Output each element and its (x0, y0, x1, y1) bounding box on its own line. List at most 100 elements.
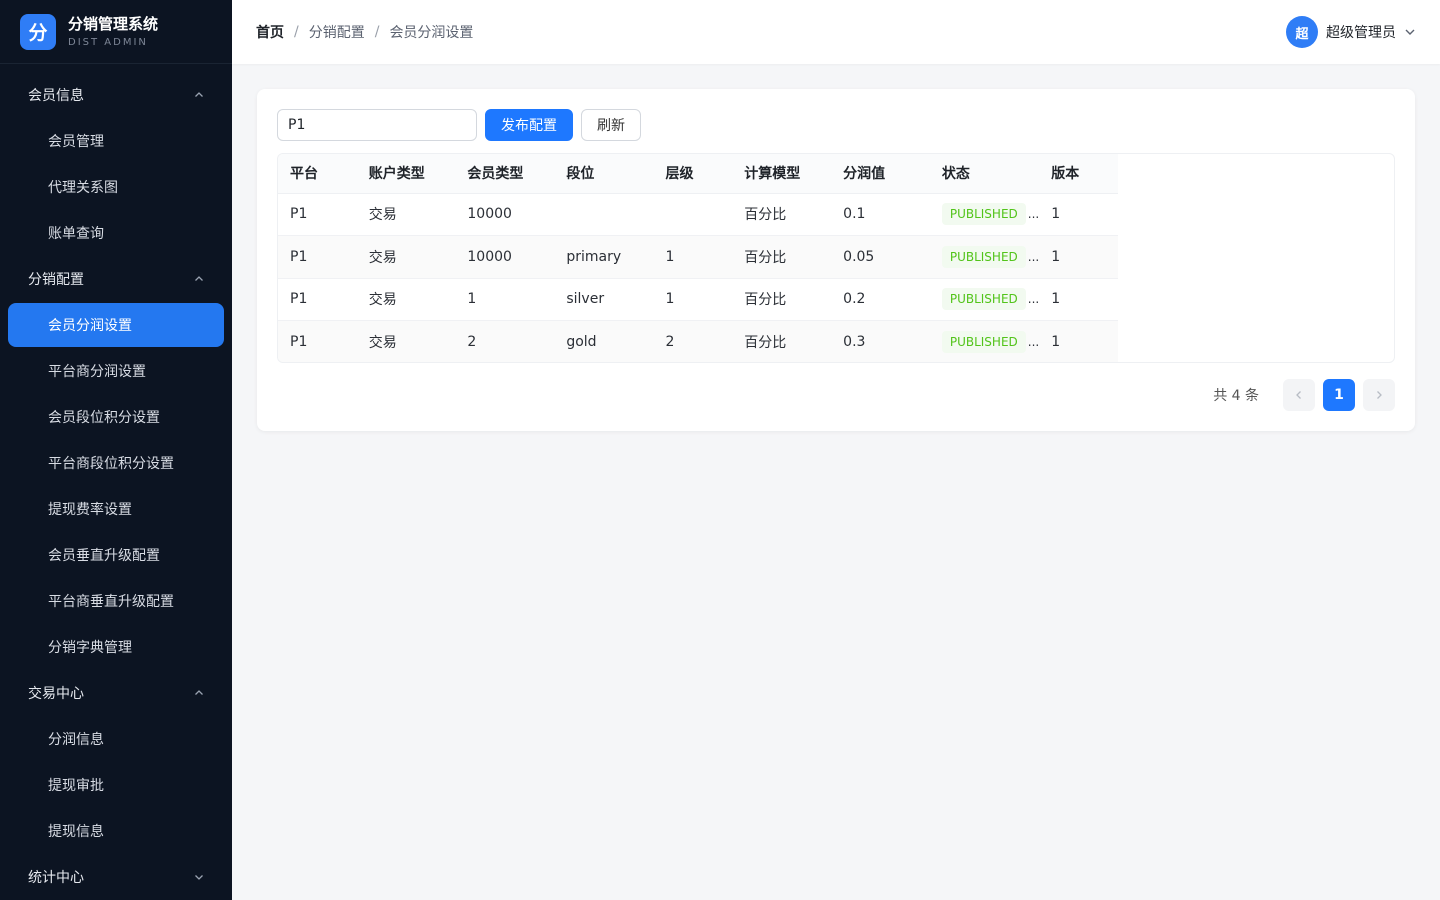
sidebar-group-distribution-config[interactable]: 分销配置 (0, 256, 232, 302)
breadcrumb: 首页 / 分销配置 / 会员分润设置 (256, 22, 473, 42)
sidebar: 分 分销管理系统 DIST ADMIN 会员信息会员管理 代理关系图 账单查询分销配… (0, 0, 232, 900)
chevron-down-icon (194, 872, 204, 882)
table-cell: 交易 (356, 193, 456, 236)
column-header: 段位 (554, 154, 654, 194)
sidebar-group-label: 会员信息 (28, 88, 84, 104)
table-cell: P1 (290, 334, 308, 350)
table-cell: 交易 (368, 335, 397, 351)
status-cell: PUBLISHED... (929, 235, 1040, 279)
chevron-left-icon[interactable] (1283, 379, 1315, 411)
publish-config-button[interactable]: 发布配置 (485, 109, 573, 141)
sidebar-item-1-4[interactable]: 提现费率设置 (0, 486, 232, 532)
ellipsis: ... (1027, 335, 1040, 349)
sidebar-item-1-1[interactable]: 平台商分润设置 (0, 348, 232, 394)
table-cell: 交易 (356, 235, 456, 279)
table-row[interactable]: P1 交易 10000 百分比 0.1 PUBLISHED... 1 (278, 193, 1118, 236)
sidebar-item-0-0[interactable]: 会员管理 (0, 118, 232, 164)
config-table: 平台 账户类型 会员类型 段位 层级 计算模型 分润值 状态 版本 P1 交易 10000 百分比 0.… (277, 153, 1395, 363)
brand-subtitle: DIST ADMIN (68, 36, 148, 48)
table-cell: 百分比 (732, 278, 832, 321)
status-cell: PUBLISHED... (930, 321, 1040, 363)
table-cell: 百分比 (744, 335, 787, 351)
table-cell: 1 (455, 278, 555, 321)
sidebar-group-label: 分销配置 (28, 272, 84, 288)
sidebar-group-member-info[interactable]: 会员信息 (0, 72, 232, 118)
table-cell: 0.3 (843, 334, 866, 350)
column-header: 计算模型 (732, 154, 832, 194)
table-cell: 2 (467, 334, 477, 350)
ellipsis: ... (1027, 207, 1040, 222)
chevron-down-icon[interactable] (1404, 26, 1416, 38)
status-badge: PUBLISHED (941, 203, 1026, 226)
breadcrumb-separator: / (294, 24, 299, 40)
sidebar-item-1-7[interactable]: 分销字典管理 (0, 624, 232, 670)
table-cell: 1 (1039, 235, 1118, 279)
column-header: 会员类型 (455, 154, 555, 194)
sidebar-item-1-0[interactable]: 会员分润设置 (8, 303, 224, 347)
table-cell: 1 (653, 278, 733, 321)
pagination-total: 共 4 条 (1213, 388, 1259, 404)
column-header: 层级 (653, 154, 733, 194)
sidebar-item-2-2[interactable]: 提现信息 (0, 808, 232, 854)
table-cell: P1 (278, 193, 357, 236)
sidebar-menu: 会员信息会员管理 代理关系图 账单查询分销配置会员分润设置 平台商分润设置 会员段位积分… (0, 64, 232, 900)
column-header: 版本 (1039, 154, 1118, 194)
table-cell: 0.05 (831, 235, 930, 279)
avatar[interactable]: 超 (1286, 16, 1318, 48)
chevron-up-icon (194, 274, 204, 284)
table-cell: 1 (1039, 278, 1118, 321)
table-cell: 10000 (455, 235, 555, 279)
brand: 分 分销管理系统 DIST ADMIN (0, 0, 232, 64)
user-name[interactable]: 超级管理员 (1326, 22, 1396, 42)
chevron-up-icon (194, 90, 204, 100)
status-badge: PUBLISHED (941, 331, 1026, 353)
refresh-button[interactable]: 刷新 (581, 109, 641, 141)
table-cell: 百分比 (732, 235, 832, 279)
sidebar-group-trade-center[interactable]: 交易中心 (0, 670, 232, 716)
breadcrumb-distribution-config[interactable]: 分销配置 (309, 22, 365, 42)
user-menu[interactable]: 超 超级管理员 (1286, 16, 1416, 48)
breadcrumb-home[interactable]: 首页 (256, 22, 284, 42)
top-header: 首页 / 分销配置 / 会员分润设置 超 超级管理员 (232, 0, 1440, 64)
sidebar-item-1-3[interactable]: 平台商段位积分设置 (0, 440, 232, 486)
toolbar: 发布配置 刷新 (277, 109, 641, 141)
ellipsis: ... (1027, 292, 1040, 307)
table-cell: 10000 (455, 193, 555, 236)
brand-title: 分销管理系统 (68, 14, 159, 33)
table-cell (554, 193, 654, 236)
pagination: 共 4 条 1 (1213, 379, 1395, 411)
sidebar-item-0-1[interactable]: 代理关系图 (0, 164, 232, 210)
chevron-up-icon (194, 688, 204, 698)
table-row[interactable]: P1 交易 10000 primary 1 百分比 0.05 PUBLISHED... 1 (278, 235, 1118, 279)
table-cell: 1 (1051, 334, 1061, 350)
sidebar-item-2-1[interactable]: 提现审批 (0, 762, 232, 808)
status-cell: PUBLISHED... (929, 278, 1040, 321)
sidebar-item-2-0[interactable]: 分润信息 (0, 716, 232, 762)
table-cell: 1 (653, 235, 733, 279)
chevron-right-icon[interactable] (1363, 379, 1395, 411)
sidebar-group-stats-center[interactable]: 统计中心 (0, 854, 232, 900)
sidebar-item-0-2[interactable]: 账单查询 (0, 210, 232, 256)
table-cell: 0.1 (831, 193, 930, 236)
brand-logo: 分 (20, 13, 56, 50)
platform-filter-input[interactable] (277, 109, 477, 141)
sidebar-item-1-2[interactable]: 会员段位积分设置 (0, 394, 232, 440)
sidebar-group-label: 交易中心 (28, 686, 84, 702)
table-cell: primary (554, 235, 654, 279)
page-1-button[interactable]: 1 (1323, 379, 1355, 411)
table-cell: silver (554, 278, 654, 321)
status-cell: PUBLISHED... (929, 193, 1040, 236)
table-cell: 2 (665, 334, 675, 350)
table-row[interactable]: P1 交易 2 gold 2 百分比 0.3 PUBLISHED... 1 (278, 320, 1118, 363)
table-row[interactable]: P1 交易 1 silver 1 百分比 0.2 PUBLISHED... 1 (278, 278, 1118, 321)
column-header: 平台 (278, 154, 357, 194)
table-cell: 1 (1039, 193, 1118, 236)
sidebar-item-1-6[interactable]: 平台商垂直升级配置 (0, 578, 232, 624)
table-body: P1 交易 10000 百分比 0.1 PUBLISHED... 1 P1 交易 10000 pri… (278, 193, 1118, 363)
table-cell: 交易 (356, 278, 456, 321)
breadcrumb-separator: / (374, 24, 380, 40)
table-cell: 百分比 (732, 193, 832, 236)
sidebar-group-label: 统计中心 (28, 870, 84, 886)
column-header: 账户类型 (356, 154, 456, 194)
sidebar-item-1-5[interactable]: 会员垂直升级配置 (0, 532, 232, 578)
